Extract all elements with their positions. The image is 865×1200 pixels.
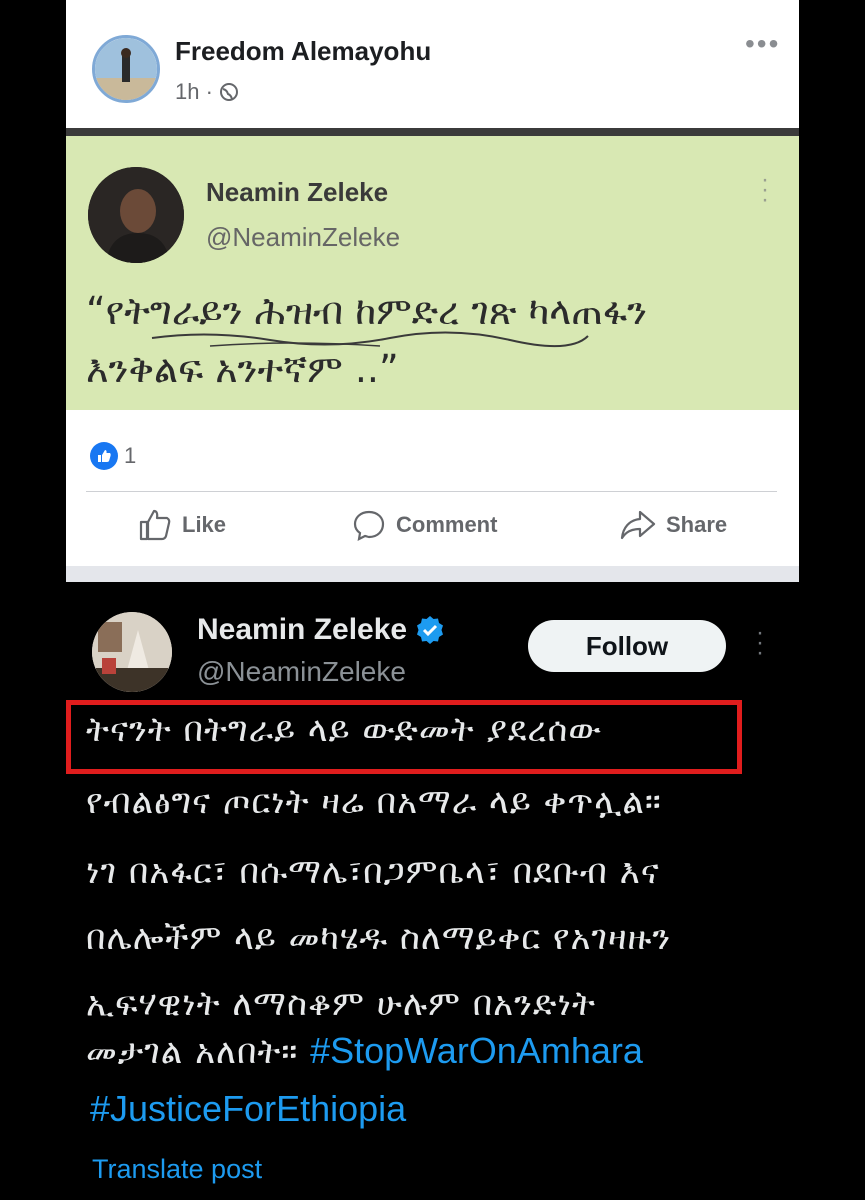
tweet-line-4: በሌሎችም ላይ መካሄዱ ስለማይቀር የአገዛዙን [86,918,672,958]
tweet-line-3: ነገ በአፋር፣ በሱማሌ፣በጋምቤላ፣ በደቡብ እና [86,852,660,892]
share-button[interactable]: Share [620,508,727,542]
globe-icon [220,83,239,101]
tweet-line-5: ኢፍሃዊነት ለማስቆም ሁሉም በአንድነት [86,984,596,1024]
reaction-count[interactable]: 1 [124,443,136,469]
actions-divider [86,491,777,492]
tweet-more-icon[interactable]: · · · [755,621,765,665]
tweet-author-avatar[interactable] [92,612,172,692]
like-label: Like [182,512,227,537]
card-bottom-divider [66,566,799,582]
author-name[interactable]: Freedom Alemayohu [175,36,431,67]
hashtag-stopwaronamhara[interactable]: #StopWarOnAmhara [310,1030,643,1071]
like-button[interactable]: Like [138,508,226,542]
share-label: Share [666,512,728,537]
embed-top-border [66,128,799,136]
tweet-line-2: የብልፅግና ጦርነት ዛሬ በአማራ ላይ ቀጥሏል። [86,782,662,822]
tweet-author-handle[interactable]: @NeaminZeleke [197,656,406,688]
tweet-line-1: ትናንት በትግራይ ላይ ውድመት ያደረሰው [86,710,603,750]
embedded-author-handle: @NeaminZeleke [206,222,401,252]
like-reaction-icon[interactable] [90,442,118,470]
embedded-more-icon: · · · [761,166,769,213]
handwritten-underline [151,331,589,348]
comment-label: Comment [396,512,498,537]
tweet-author-name[interactable]: Neamin Zeleke [197,613,445,647]
translate-post-link[interactable]: Translate post [92,1154,262,1185]
tweet-line-6: መታገል አለበት። #StopWarOnAmhara [86,1030,643,1072]
post-time: 1h · [175,79,239,105]
embedded-avatar [88,167,184,263]
thumbs-up-icon [139,509,171,541]
follow-button[interactable]: Follow [528,620,726,672]
share-icon [620,510,656,540]
comment-button[interactable]: Comment [352,508,497,542]
comment-icon [353,510,385,541]
hashtag-justiceforethiopia[interactable]: #JusticeForEthiopia [90,1088,406,1130]
more-options-icon[interactable]: ••• [745,28,780,60]
verified-badge-icon [417,616,444,644]
author-avatar[interactable] [92,35,160,103]
embedded-author-name: Neamin Zeleke [206,177,389,207]
